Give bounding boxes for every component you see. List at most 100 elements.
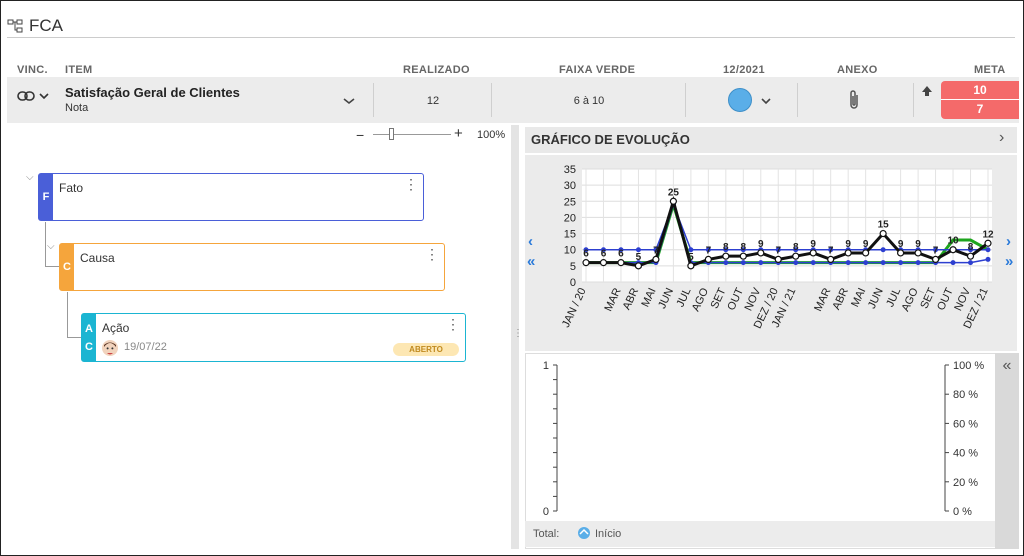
data-label: 5	[688, 252, 694, 263]
collapse-causa-icon[interactable]: ⌵	[47, 241, 55, 252]
series-point	[723, 260, 729, 266]
x-tick-label: JAN / 20	[560, 286, 589, 329]
item-title: Satisfação Geral de Clientes	[65, 85, 240, 100]
zoom-out-button[interactable]: −	[356, 127, 364, 143]
causa-more-icon[interactable]: ⋮	[425, 247, 439, 261]
x-tick-label: MAR	[812, 286, 833, 313]
collapse-panel-button[interactable]: «	[995, 353, 1019, 549]
header-item: ITEM	[65, 64, 93, 76]
series-point	[880, 260, 886, 266]
data-label: 9	[915, 239, 921, 250]
data-point	[617, 259, 625, 267]
series-point	[985, 247, 991, 253]
x-tick-label: ABR	[621, 286, 641, 312]
data-label: 8	[741, 242, 747, 253]
y-tick-label: 0	[570, 277, 576, 289]
y-tick-label: 35	[564, 164, 576, 176]
series-point	[793, 260, 799, 266]
chevron-down-icon	[39, 93, 49, 100]
data-point	[634, 262, 643, 270]
next-icon[interactable]: ›	[1006, 233, 1011, 250]
series-point	[758, 260, 764, 266]
page-title: FCA	[29, 16, 63, 35]
data-point	[827, 255, 835, 264]
data-label: 10	[947, 236, 959, 247]
prev-icon[interactable]: ‹	[528, 233, 533, 250]
data-label: 6	[583, 249, 589, 260]
data-point	[774, 255, 782, 264]
row-separator	[797, 83, 798, 117]
data-label: 8	[723, 242, 729, 253]
x-tick-label: ABR	[830, 286, 850, 312]
paperclip-icon[interactable]	[848, 89, 860, 111]
zoom-in-button[interactable]: +	[454, 125, 463, 142]
faixa-verde-value: 6 à 10	[573, 95, 605, 107]
causa-card[interactable]: C Causa ⋮	[59, 243, 445, 291]
header-vinc: VINC.	[17, 64, 48, 76]
fato-card[interactable]: F Fato ⋮	[38, 173, 424, 221]
status-chevron-down-icon[interactable]	[761, 97, 771, 105]
left-tick-label: 1	[543, 360, 549, 372]
series-point	[845, 260, 851, 266]
zoom-slider-handle[interactable]	[389, 128, 394, 140]
header-faixa-verde: FAIXA VERDE	[559, 64, 636, 76]
data-label: 8	[793, 242, 799, 253]
data-point	[652, 255, 660, 264]
zoom-level: 100%	[477, 129, 506, 141]
data-point	[984, 239, 992, 247]
series-point	[898, 260, 904, 266]
item-chevron-down-icon[interactable]	[343, 97, 355, 105]
acao-more-icon[interactable]: ⋮	[446, 317, 460, 331]
right-tick-label: 40 %	[953, 448, 978, 460]
link-dropdown[interactable]	[17, 91, 49, 101]
last-icon[interactable]: »	[1005, 253, 1013, 270]
y-tick-label: 5	[570, 261, 576, 273]
data-point	[914, 249, 922, 257]
splitter-grip-icon[interactable]: ⋮	[513, 329, 523, 339]
collapse-fato-icon[interactable]: ⌵	[26, 172, 34, 183]
data-point	[931, 255, 940, 264]
data-label: 9	[758, 239, 764, 250]
data-point	[669, 197, 677, 205]
arrow-up-icon	[922, 86, 932, 96]
data-point	[599, 259, 608, 267]
status-indicator[interactable]	[728, 88, 752, 112]
table-chart: 1 0 100 % 80 % 60 % 40 % 20 % 0 %	[543, 360, 985, 518]
header-periodo: 12/2021	[723, 64, 765, 76]
acao-label: Ação	[102, 321, 130, 335]
series-point	[880, 247, 886, 253]
acao-card[interactable]: AC Ação ⋮ 19/07/22 ABERTO	[81, 313, 466, 362]
right-tick-label: 20 %	[953, 477, 978, 489]
data-label: 5	[636, 252, 642, 263]
data-point	[862, 249, 870, 257]
data-label: 9	[810, 239, 816, 250]
fato-more-icon[interactable]: ⋮	[404, 177, 418, 191]
data-label: 7	[775, 245, 781, 256]
data-point	[757, 249, 765, 257]
first-icon[interactable]: «	[527, 253, 535, 270]
chevron-right-icon[interactable]: ›	[999, 129, 1004, 147]
data-label: 12	[982, 229, 994, 240]
y-tick-label: 15	[564, 229, 576, 241]
series-point	[968, 260, 974, 266]
right-tick-label: 0 %	[953, 506, 972, 518]
y-tick-label: 20	[564, 212, 576, 224]
causa-letter: C	[60, 244, 74, 290]
link-icon	[17, 91, 35, 101]
data-point	[792, 252, 800, 260]
data-point	[739, 252, 747, 260]
footer-home-link[interactable]: Início	[595, 528, 621, 540]
data-point	[687, 262, 695, 270]
acao-date: 19/07/22	[124, 341, 167, 353]
meta-bottom-value: 7	[976, 102, 984, 116]
meta-top-value: 10	[941, 81, 1019, 100]
zoom-slider-track[interactable]	[373, 134, 451, 135]
data-point	[897, 249, 905, 257]
data-point	[879, 229, 887, 238]
data-label: 7	[933, 245, 939, 256]
double-chevron-left-icon: «	[1002, 357, 1012, 374]
y-tick-label: 25	[564, 196, 576, 208]
fato-letter: F	[39, 174, 53, 220]
data-point	[949, 246, 957, 254]
avatar	[102, 340, 118, 356]
